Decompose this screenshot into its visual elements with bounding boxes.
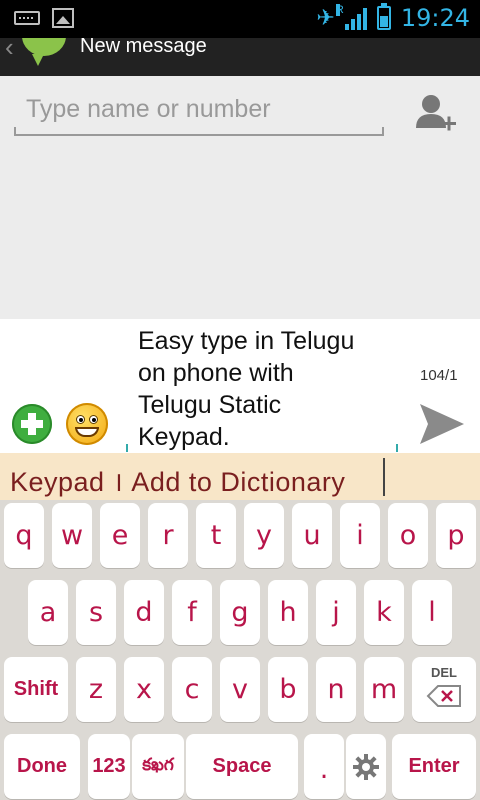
message-line: on phone with xyxy=(138,359,294,387)
key-p[interactable]: p xyxy=(436,503,476,568)
numbers-key[interactable]: 123 xyxy=(88,734,130,799)
key-o[interactable]: o xyxy=(388,503,428,568)
roaming-label: R xyxy=(335,4,344,16)
messaging-app-icon[interactable] xyxy=(22,38,66,66)
message-input[interactable]: Easy type in Telugu on phone with Telugu… xyxy=(138,325,388,453)
key-s[interactable]: s xyxy=(76,580,116,645)
key-y[interactable]: y xyxy=(244,503,284,568)
shift-key[interactable]: Shift xyxy=(4,657,68,722)
delete-key-label: DEL xyxy=(431,665,457,680)
language-key[interactable]: కఖగ xyxy=(132,734,184,799)
key-b[interactable]: b xyxy=(268,657,308,722)
key-f[interactable]: f xyxy=(172,580,212,645)
text-cursor xyxy=(383,458,385,496)
backspace-icon xyxy=(426,685,461,707)
settings-key[interactable] xyxy=(346,734,386,799)
key-j[interactable]: j xyxy=(316,580,356,645)
action-bar: ‹ New message xyxy=(0,38,480,76)
battery-icon xyxy=(376,3,391,30)
done-key[interactable]: Done xyxy=(4,734,80,799)
key-l[interactable]: l xyxy=(412,580,452,645)
delete-key[interactable]: DEL xyxy=(412,657,476,722)
key-r[interactable]: r xyxy=(148,503,188,568)
compose-area: Easy type in Telugu on phone with Telugu… xyxy=(0,319,480,453)
space-key[interactable]: Space xyxy=(186,734,298,799)
key-n[interactable]: n xyxy=(316,657,356,722)
mute-icon: ✈ xyxy=(316,5,335,30)
key-u[interactable]: u xyxy=(292,503,332,568)
key-a[interactable]: a xyxy=(28,580,68,645)
keyboard: q w e r t y u i o p a s d f g h j k l Sh… xyxy=(0,500,480,800)
recipient-underline xyxy=(14,127,384,135)
page-title: New message xyxy=(80,38,207,57)
message-underline xyxy=(126,444,398,452)
key-i[interactable]: i xyxy=(340,503,380,568)
back-icon[interactable]: ‹ xyxy=(5,38,14,63)
period-key[interactable]: . xyxy=(304,734,344,799)
key-z[interactable]: z xyxy=(76,657,116,722)
attach-plus-icon[interactable] xyxy=(12,404,52,444)
key-g[interactable]: g xyxy=(220,580,260,645)
key-m[interactable]: m xyxy=(364,657,404,722)
signal-icon: R xyxy=(335,4,367,30)
keyboard-icon xyxy=(14,11,40,25)
key-v[interactable]: v xyxy=(220,657,260,722)
char-counter: 104/1 xyxy=(420,367,458,384)
status-bar: ✈ R 19:24 xyxy=(0,0,480,38)
message-line: Easy type in Telugu xyxy=(138,327,355,355)
message-line: Telugu Static xyxy=(138,391,282,419)
key-e[interactable]: e xyxy=(100,503,140,568)
key-q[interactable]: q xyxy=(4,503,44,568)
suggestion-bar[interactable]: Keypad । Add to Dictionary xyxy=(0,453,480,500)
enter-key[interactable]: Enter xyxy=(392,734,476,799)
suggestion-text[interactable]: Keypad । Add to Dictionary xyxy=(10,462,345,499)
key-w[interactable]: w xyxy=(52,503,92,568)
image-icon xyxy=(52,8,74,28)
send-icon[interactable] xyxy=(418,402,466,446)
key-h[interactable]: h xyxy=(268,580,308,645)
key-x[interactable]: x xyxy=(124,657,164,722)
emoji-icon[interactable] xyxy=(66,403,108,445)
add-contact-icon[interactable] xyxy=(414,92,458,136)
key-t[interactable]: t xyxy=(196,503,236,568)
key-d[interactable]: d xyxy=(124,580,164,645)
key-k[interactable]: k xyxy=(364,580,404,645)
key-c[interactable]: c xyxy=(172,657,212,722)
clock: 19:24 xyxy=(400,4,470,32)
gear-icon xyxy=(353,753,379,780)
